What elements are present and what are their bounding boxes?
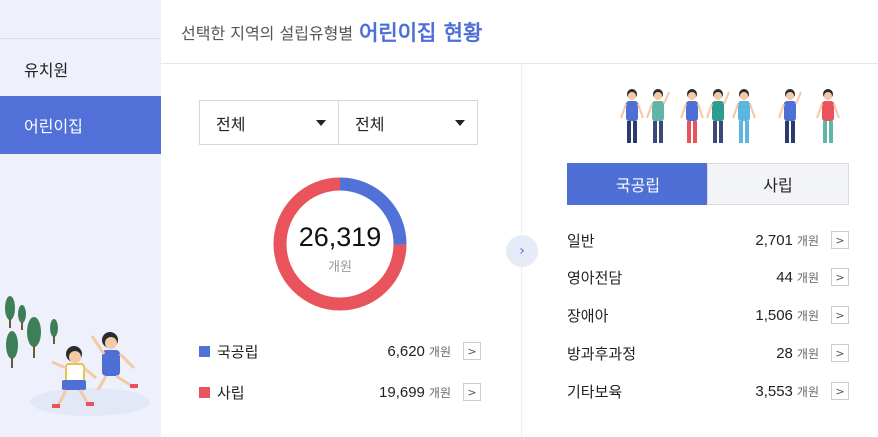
stat-label: 일반 bbox=[567, 231, 595, 250]
stat-row: 장애아 1,506 개원 > bbox=[567, 302, 849, 328]
stat-unit: 개원 bbox=[796, 233, 819, 248]
caret-down-icon bbox=[316, 119, 326, 126]
chevron-right-icon: › bbox=[519, 243, 525, 259]
caret-down-icon bbox=[455, 119, 465, 126]
chevron-right-icon: > bbox=[467, 344, 477, 358]
stat-label: 방과후과정 bbox=[567, 344, 637, 363]
person-figure bbox=[680, 89, 704, 143]
stat-label: 기타보육 bbox=[567, 382, 623, 401]
public-detail-button[interactable]: > bbox=[463, 342, 481, 360]
header-prefix: 선택한 지역의 설립유형별 bbox=[181, 23, 354, 43]
person-figure bbox=[646, 89, 670, 143]
stat-detail-button[interactable]: > bbox=[831, 231, 849, 249]
stat-value: 3,553 bbox=[755, 382, 793, 400]
legend-row-private: 사립 19,699 개원 > bbox=[199, 378, 481, 406]
person-figure bbox=[816, 89, 840, 143]
legend-value: 6,620 bbox=[387, 342, 425, 360]
page-header: 선택한 지역의 설립유형별 어린이집 현황 bbox=[161, 0, 878, 64]
next-panel-button[interactable]: › bbox=[506, 235, 538, 267]
stat-row: 방과후과정 28 개원 > bbox=[567, 340, 849, 366]
person-figure bbox=[706, 89, 730, 143]
stat-label: 영아전담 bbox=[567, 268, 623, 287]
person-figure bbox=[778, 89, 802, 143]
sidebar: 유치원 어린이집 bbox=[0, 0, 161, 437]
sidebar-item-kindergarten[interactable]: 유치원 bbox=[0, 40, 161, 98]
region-select-2[interactable]: 전체 bbox=[338, 100, 478, 145]
private-detail-button[interactable]: > bbox=[463, 383, 481, 401]
stat-value: 2,701 bbox=[755, 231, 793, 249]
chevron-right-icon: > bbox=[835, 270, 845, 284]
legend-label: 국공립 bbox=[217, 342, 259, 361]
region-select-2-value: 전체 bbox=[355, 114, 385, 134]
stat-label: 장애아 bbox=[567, 306, 609, 325]
sidebar-divider bbox=[0, 38, 161, 39]
stat-unit: 개원 bbox=[796, 346, 819, 361]
legend-value: 19,699 bbox=[379, 383, 425, 401]
stat-detail-button[interactable]: > bbox=[831, 268, 849, 286]
stat-value: 1,506 bbox=[755, 306, 793, 324]
tab-public[interactable]: 국공립 bbox=[567, 163, 709, 205]
tab-private[interactable]: 사립 bbox=[707, 163, 849, 205]
stat-detail-button[interactable]: > bbox=[831, 382, 849, 400]
stat-value: 44 bbox=[776, 268, 793, 286]
chevron-right-icon: > bbox=[835, 233, 845, 247]
stat-value: 28 bbox=[776, 344, 793, 362]
legend-unit: 개원 bbox=[428, 385, 451, 400]
legend-label: 사립 bbox=[217, 383, 245, 402]
region-select-1[interactable]: 전체 bbox=[199, 100, 339, 145]
region-select-1-value: 전체 bbox=[216, 114, 246, 134]
donut-total: 26,319 bbox=[298, 222, 382, 252]
chevron-right-icon: > bbox=[835, 384, 845, 398]
person-figure bbox=[620, 89, 644, 143]
person-figure bbox=[732, 89, 756, 143]
sidebar-item-daycare[interactable]: 어린이집 bbox=[0, 96, 161, 154]
people-illustration bbox=[620, 89, 840, 143]
page-title: 어린이집 현황 bbox=[359, 20, 483, 45]
stat-unit: 개원 bbox=[796, 384, 819, 399]
stat-row: 기타보육 3,553 개원 > bbox=[567, 378, 849, 404]
stat-detail-button[interactable]: > bbox=[831, 306, 849, 324]
chevron-right-icon: > bbox=[467, 385, 477, 399]
donut-unit: 개원 bbox=[328, 260, 352, 275]
legend-row-public: 국공립 6,620 개원 > bbox=[199, 337, 481, 365]
legend-swatch bbox=[199, 345, 210, 357]
stat-detail-button[interactable]: > bbox=[831, 344, 849, 362]
chevron-right-icon: > bbox=[835, 308, 845, 322]
children-trees-illustration bbox=[5, 296, 150, 416]
legend-swatch bbox=[199, 386, 210, 398]
stat-unit: 개원 bbox=[796, 308, 819, 323]
legend-unit: 개원 bbox=[428, 344, 451, 359]
chevron-right-icon: > bbox=[835, 346, 845, 360]
stat-row: 일반 2,701 개원 > bbox=[567, 227, 849, 253]
stat-unit: 개원 bbox=[796, 270, 819, 285]
stat-row: 영아전담 44 개원 > bbox=[567, 264, 849, 290]
